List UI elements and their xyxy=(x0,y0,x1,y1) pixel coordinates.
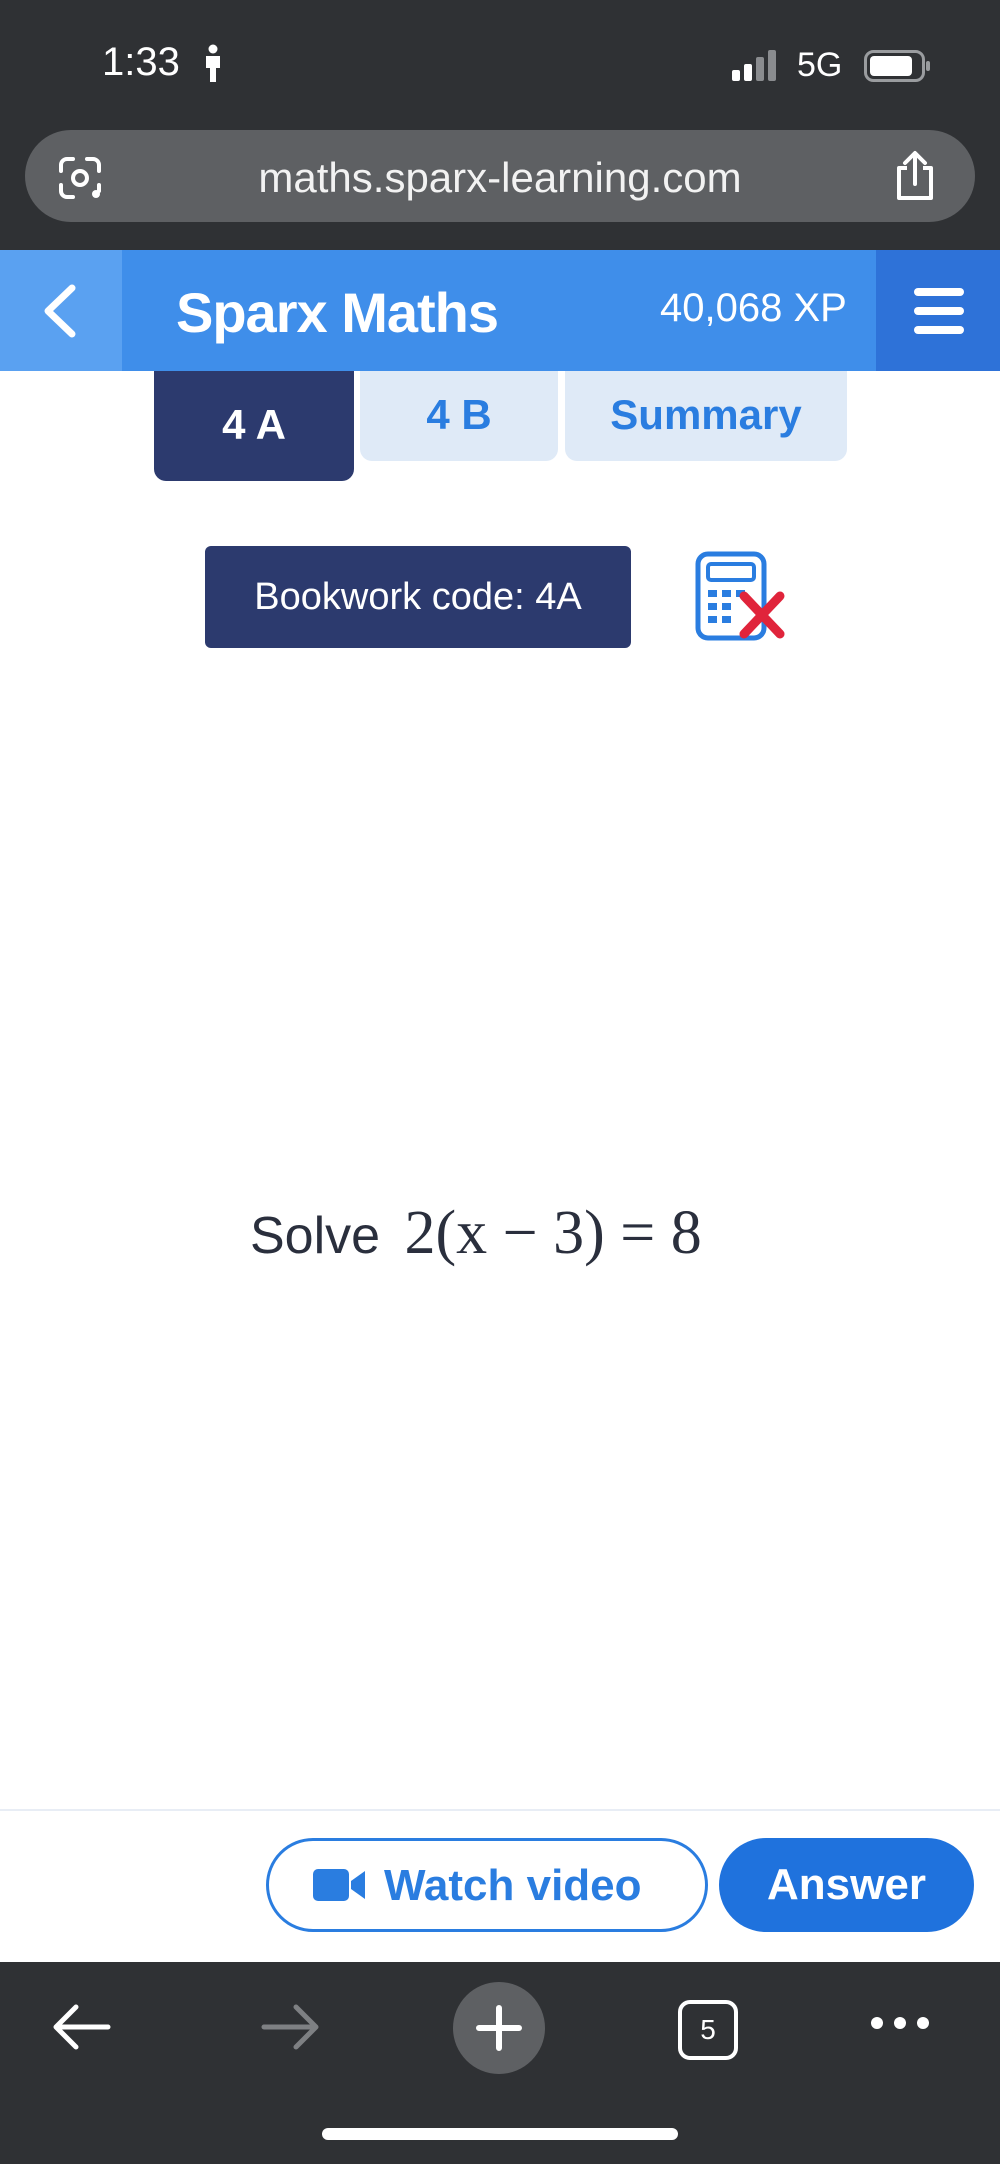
plus-icon xyxy=(476,2005,522,2051)
home-indicator xyxy=(322,2128,678,2140)
answer-button[interactable]: Answer xyxy=(719,1838,974,1932)
tab-summary[interactable]: Summary xyxy=(565,371,847,461)
tab-4b[interactable]: 4 B xyxy=(360,371,558,461)
arrow-left-icon[interactable] xyxy=(50,2002,112,2052)
question-prefix: Solve xyxy=(250,1207,381,1265)
person-walking-icon xyxy=(206,44,220,82)
divider xyxy=(0,1809,1000,1811)
question-text: Solve 2(x − 3) = 8 xyxy=(250,1198,702,1269)
signal-icon xyxy=(732,50,776,81)
share-icon[interactable] xyxy=(891,150,939,202)
status-time: 1:33 xyxy=(102,40,180,84)
back-button[interactable] xyxy=(0,250,122,371)
question-equation: 2(x − 3) = 8 xyxy=(404,1199,702,1267)
url-bar[interactable]: maths.sparx-learning.com xyxy=(25,130,975,222)
new-tab-button[interactable] xyxy=(453,1982,545,2074)
battery-icon xyxy=(864,50,930,82)
chevron-left-icon xyxy=(44,284,76,338)
hamburger-icon xyxy=(914,288,964,296)
browser-top-chrome: 1:33 5G maths.sparx-learning.com xyxy=(0,0,1000,250)
app-header: Sparx Maths 40,068 XP xyxy=(0,250,1000,371)
tab-4a[interactable]: 4 A xyxy=(154,371,354,481)
menu-button[interactable] xyxy=(876,250,1000,371)
network-label: 5G xyxy=(797,46,843,84)
url-text: maths.sparx-learning.com xyxy=(258,154,742,201)
arrow-right-icon[interactable] xyxy=(260,2002,322,2052)
more-options-icon[interactable] xyxy=(870,2016,930,2030)
watch-video-button[interactable]: Watch video xyxy=(266,1838,708,1932)
xp-counter: 40,068 XP xyxy=(660,286,847,330)
watch-video-label: Watch video xyxy=(384,1861,642,1910)
app-title: Sparx Maths xyxy=(176,281,499,344)
bookwork-code: Bookwork code: 4A xyxy=(205,546,631,648)
video-camera-icon xyxy=(313,1869,365,1901)
calculator-not-allowed-icon xyxy=(695,551,785,641)
tab-switcher-button[interactable]: 5 xyxy=(678,2000,738,2060)
